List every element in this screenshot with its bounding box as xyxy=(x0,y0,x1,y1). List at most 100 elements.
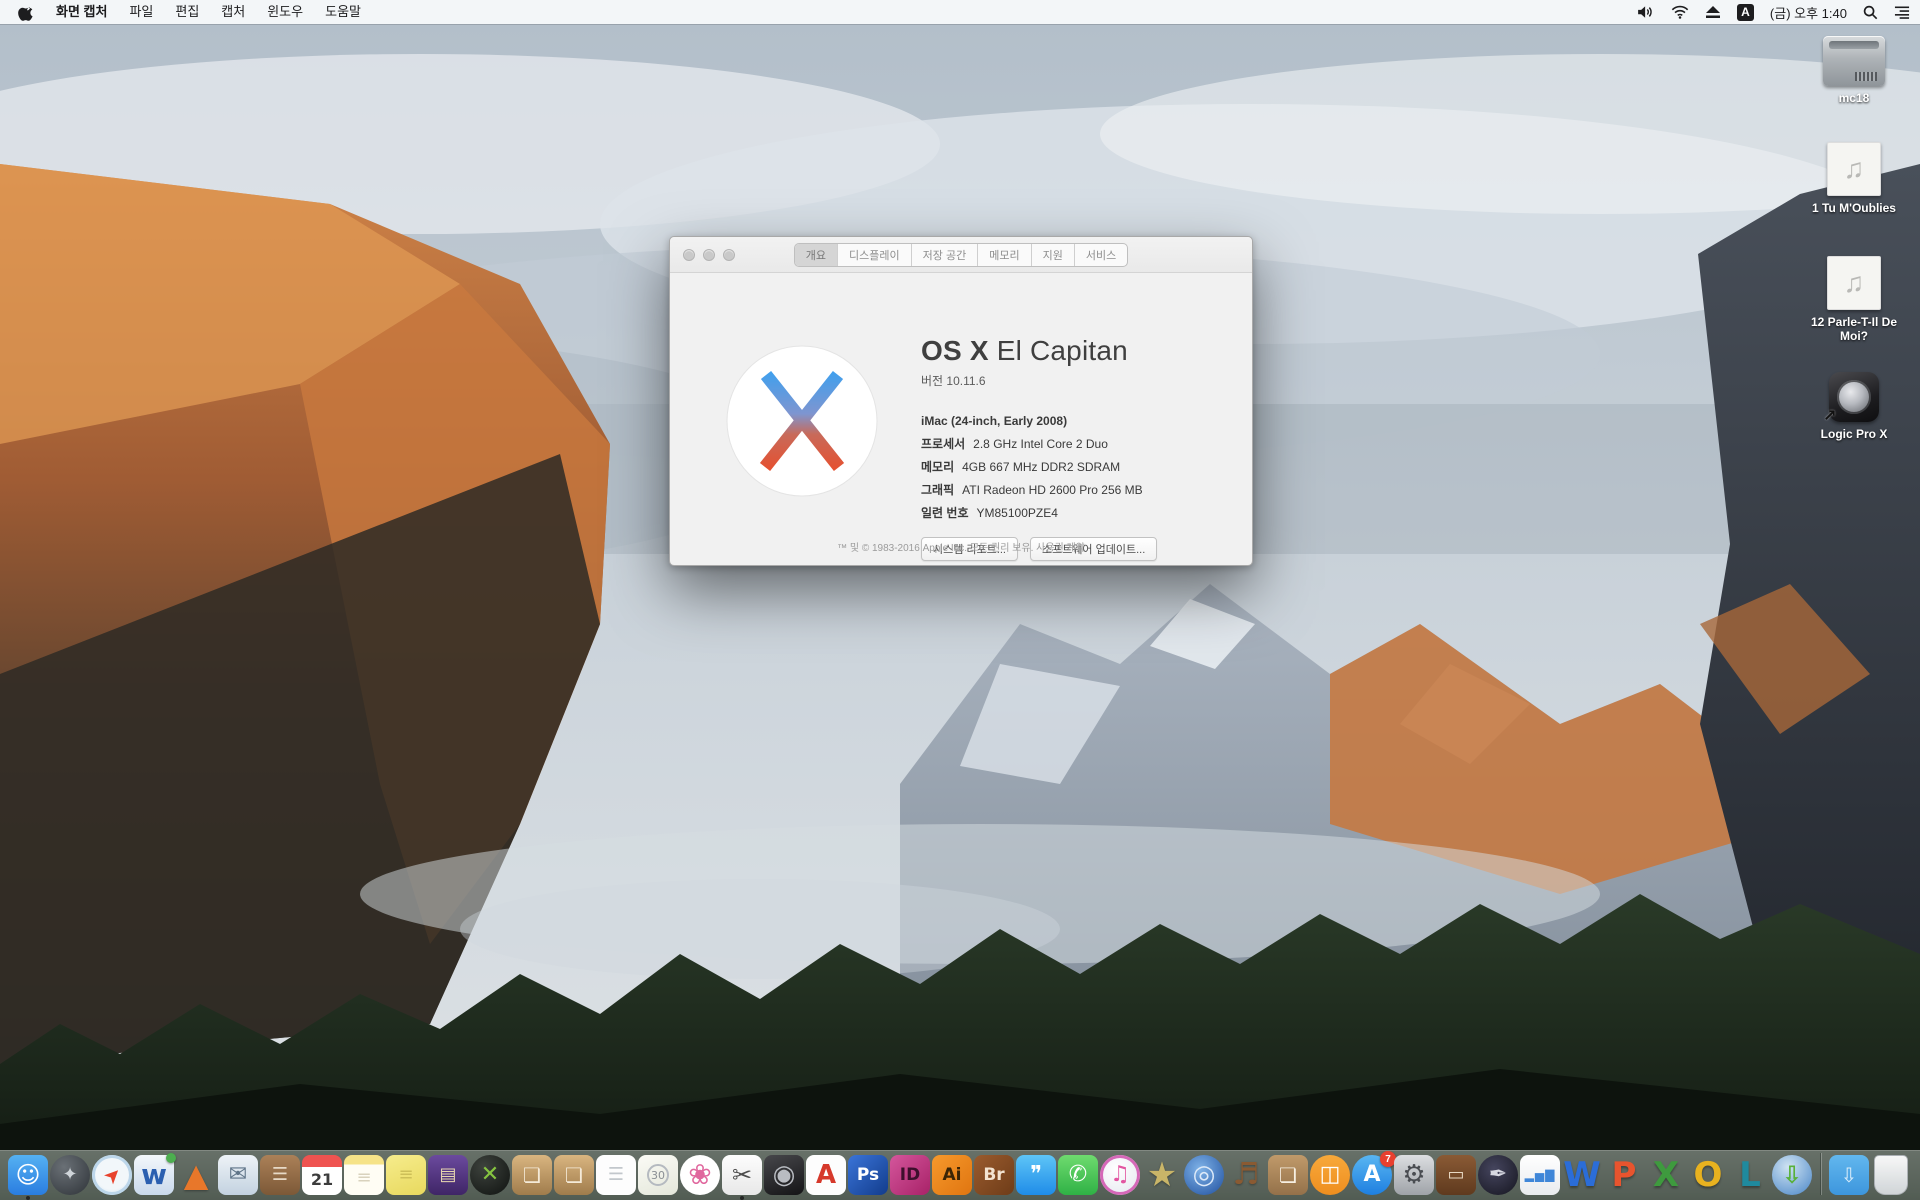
desktop-icons: mc18♫1 Tu M'Oublies♫12 Parle-T-Il De Moi… xyxy=(1802,24,1906,484)
stickies-dock-icon[interactable]: ≡ xyxy=(386,1155,426,1195)
menubar-clock[interactable]: (금) 오후 1:40 xyxy=(1770,3,1847,22)
traffic-lights xyxy=(683,249,735,261)
close-button[interactable] xyxy=(683,249,695,261)
el-capitan-wallpaper-art xyxy=(0,24,1920,1200)
menu-help[interactable]: 도움말 xyxy=(314,0,372,24)
dock: ☺✦➤w▲✉☰21≡≡▤✕❏❏☰30❀✂◉APsIDAiBr❞✆♫★◎♬❏◫A7… xyxy=(0,1150,1920,1200)
drive-icon xyxy=(1823,36,1885,86)
menu-window[interactable]: 윈도우 xyxy=(256,0,314,24)
spec-row: 메모리4GB 667 MHz DDR2 SDRAM xyxy=(921,458,1241,475)
desktop-icon-logic-pro-x[interactable]: ↗Logic Pro X xyxy=(1802,372,1906,441)
zoom-button[interactable] xyxy=(723,249,735,261)
window-titlebar[interactable]: 개요디스플레이저장 공간메모리지원서비스 xyxy=(670,237,1252,273)
photos-dock-icon[interactable]: ❀ xyxy=(680,1155,720,1195)
quark-box-2-dock-icon[interactable]: ❏ xyxy=(554,1155,594,1195)
outlook-dock-icon[interactable]: O xyxy=(1688,1155,1728,1195)
menu-app[interactable]: 화면 캡처 xyxy=(45,0,118,24)
pages-09-dock-icon[interactable]: ✒ xyxy=(1478,1155,1518,1195)
volume-icon[interactable] xyxy=(1637,5,1655,19)
tab-memory[interactable]: 메모리 xyxy=(977,244,1030,266)
word-dock-icon[interactable]: W xyxy=(1562,1155,1602,1195)
numbers-09-dock-icon[interactable]: ▂▅▇ xyxy=(1520,1155,1560,1195)
dock-badge xyxy=(166,1153,176,1163)
spec-row: 프로세서2.8 GHz Intel Core 2 Duo xyxy=(921,435,1241,452)
spotlight-icon[interactable] xyxy=(1863,5,1878,20)
photo-corkboard-dock-icon[interactable]: ❏ xyxy=(1268,1155,1308,1195)
menubar-menus: 화면 캡처파일편집캡처윈도우도움말 xyxy=(45,0,372,24)
logic-pro-9-dock-icon[interactable]: ◉ xyxy=(764,1155,804,1195)
itunes-dock-icon[interactable]: ♫ xyxy=(1100,1155,1140,1195)
specs-list: 프로세서2.8 GHz Intel Core 2 Duo 메모리4GB 667 M… xyxy=(921,435,1241,521)
contacts-dock-icon[interactable]: ☰ xyxy=(260,1155,300,1195)
tab-overview[interactable]: 개요 xyxy=(795,244,837,266)
messages-dock-icon[interactable]: ❞ xyxy=(1016,1155,1056,1195)
app-store-dock-icon[interactable]: A7 xyxy=(1352,1155,1392,1195)
wifi-icon[interactable] xyxy=(1671,5,1689,19)
spec-row: 그래픽ATI Radeon HD 2600 Pro 256 MB xyxy=(921,481,1241,498)
tab-service[interactable]: 서비스 xyxy=(1074,244,1127,266)
spec-value: YM85100PZE4 xyxy=(977,506,1058,520)
quark-box-1-dock-icon[interactable]: ❏ xyxy=(512,1155,552,1195)
spec-value: 2.8 GHz Intel Core 2 Duo xyxy=(973,437,1108,451)
os-title: OS X El Capitan xyxy=(921,335,1241,367)
about-content: OS X El Capitan 버전 10.11.6 iMac (24-inch… xyxy=(670,273,1252,566)
powerpoint-dock-icon[interactable]: P xyxy=(1604,1155,1644,1195)
menu-capture[interactable]: 캡처 xyxy=(210,0,256,24)
excel-dock-icon[interactable]: X xyxy=(1646,1155,1686,1195)
audio-icon: ♫ xyxy=(1827,142,1881,196)
toast-titanium-dock-icon[interactable]: ▤ xyxy=(428,1155,468,1195)
menu-edit[interactable]: 편집 xyxy=(164,0,210,24)
running-indicator xyxy=(26,1196,30,1200)
input-source-badge[interactable]: A xyxy=(1737,4,1754,21)
tab-storage[interactable]: 저장 공간 xyxy=(911,244,978,266)
illustrator-dock-icon[interactable]: Ai xyxy=(932,1155,972,1195)
ibooks-dock-icon[interactable]: ◫ xyxy=(1310,1155,1350,1195)
keynote-09-dock-icon[interactable]: ▭ xyxy=(1436,1155,1476,1195)
globe-downloader-dock-icon[interactable]: ⇩ xyxy=(1772,1155,1812,1195)
bridge-dock-icon[interactable]: Br xyxy=(974,1155,1014,1195)
screen-capture-dock-icon[interactable]: ✂ xyxy=(722,1155,762,1195)
os-version: 버전 10.11.6 xyxy=(921,372,1241,389)
el-capitan-logo xyxy=(726,345,878,497)
notification-center-icon[interactable] xyxy=(1894,5,1910,19)
desktop-wallpaper xyxy=(0,24,1920,1200)
minimize-button[interactable] xyxy=(703,249,715,261)
calendar-dock-icon[interactable]: 21 xyxy=(302,1155,342,1195)
trash-dock-icon[interactable] xyxy=(1871,1155,1911,1195)
imovie-dock-icon[interactable]: ★ xyxy=(1142,1155,1182,1195)
idvd-dock-icon[interactable]: ◎ xyxy=(1184,1155,1224,1195)
reminders-dock-icon[interactable]: ☰ xyxy=(596,1155,636,1195)
dock-separator xyxy=(1820,1153,1821,1195)
launchpad-dock-icon[interactable]: ✦ xyxy=(50,1155,90,1195)
mail-dock-icon[interactable]: ✉ xyxy=(218,1155,258,1195)
finder-dock-icon[interactable]: ☺ xyxy=(8,1155,48,1195)
downloads-folder-dock-icon[interactable]: ⇩ xyxy=(1829,1155,1869,1195)
garageband-dock-icon[interactable]: ♬ xyxy=(1226,1155,1266,1195)
apple-logo-icon xyxy=(18,3,33,21)
desktop-icon-label: Logic Pro X xyxy=(1821,427,1888,441)
lync-dock-icon[interactable]: L xyxy=(1730,1155,1770,1195)
desktop-icon-label: 12 Parle-T-Il De Moi? xyxy=(1802,315,1906,344)
tab-support[interactable]: 지원 xyxy=(1031,244,1074,266)
desktop-icon-parle-t-il[interactable]: ♫12 Parle-T-Il De Moi? xyxy=(1802,256,1906,344)
photoshop-dock-icon[interactable]: Ps xyxy=(848,1155,888,1195)
mac-model: iMac (24-inch, Early 2008) xyxy=(921,414,1241,428)
acrobat-reader-dock-icon[interactable]: A xyxy=(806,1155,846,1195)
safari-dock-icon[interactable]: ➤ xyxy=(92,1155,132,1195)
notes-dock-icon[interactable]: ≡ xyxy=(344,1155,384,1195)
apple-menu[interactable] xyxy=(10,3,45,21)
desktop-icon-tu-moublies[interactable]: ♫1 Tu M'Oublies xyxy=(1802,142,1906,215)
menu-file[interactable]: 파일 xyxy=(118,0,164,24)
w-web-app-dock-icon[interactable]: w xyxy=(134,1155,174,1195)
system-preferences-dock-icon[interactable]: ⚙ xyxy=(1394,1155,1434,1195)
thirty-badge-app-dock-icon[interactable]: 30 xyxy=(638,1155,678,1195)
tab-displays[interactable]: 디스플레이 xyxy=(837,244,911,266)
eject-icon[interactable] xyxy=(1705,5,1721,19)
indesign-dock-icon[interactable]: ID xyxy=(890,1155,930,1195)
facetime-dock-icon[interactable]: ✆ xyxy=(1058,1155,1098,1195)
os-title-strong: OS X xyxy=(921,335,989,366)
menu-bar: 화면 캡처파일편집캡처윈도우도움말 A (금) 오후 1:40 xyxy=(0,0,1920,24)
quarkxpress-dock-icon[interactable]: ✕ xyxy=(470,1155,510,1195)
vlc-dock-icon[interactable]: ▲ xyxy=(176,1155,216,1195)
desktop-icon-mc18[interactable]: mc18 xyxy=(1802,36,1906,105)
